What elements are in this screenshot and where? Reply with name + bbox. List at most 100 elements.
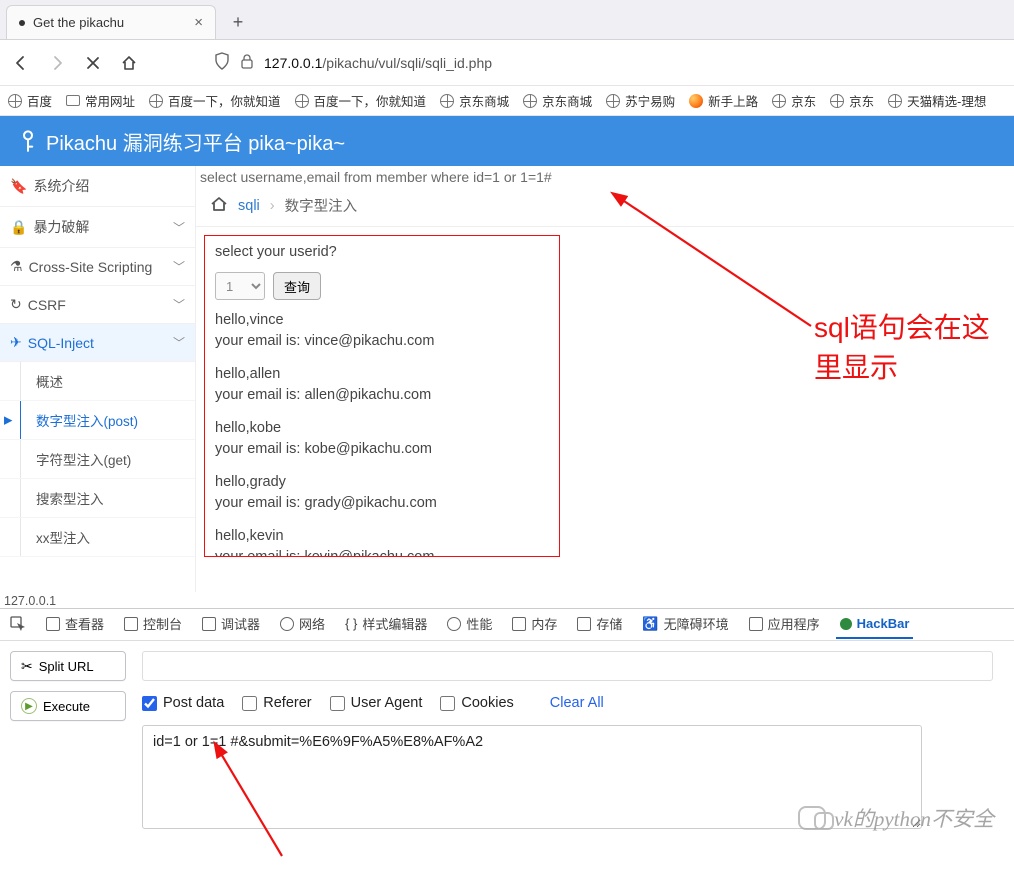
chevron-right-icon: › bbox=[270, 198, 275, 214]
devtools-tab-memory[interactable]: 内存 bbox=[508, 608, 561, 641]
sidebar-item-sqlinject[interactable]: ✈ SQL-Inject ﹀ bbox=[0, 324, 195, 362]
sidebar-sub-overview[interactable]: 概述 bbox=[0, 362, 195, 401]
sidebar-sub-search[interactable]: 搜索型注入 bbox=[0, 479, 195, 518]
chevron-down-icon: ﹀ bbox=[173, 334, 185, 351]
devtools-tab-storage[interactable]: 存储 bbox=[573, 608, 626, 641]
devtools-tab-console[interactable]: 控制台 bbox=[120, 608, 186, 641]
accessibility-icon: ♿ bbox=[642, 616, 658, 632]
globe-icon bbox=[772, 94, 786, 108]
bookmark-item[interactable]: 苏宁易购 bbox=[606, 91, 675, 110]
bookmark-item[interactable]: 百度一下，你就知道 bbox=[149, 91, 281, 110]
globe-icon bbox=[149, 94, 163, 108]
home-icon[interactable] bbox=[210, 196, 228, 216]
result-record: hello,allenyour email is: allen@pikachu.… bbox=[215, 364, 549, 406]
devtools-tab-inspector[interactable]: 查看器 bbox=[42, 608, 108, 641]
globe-icon bbox=[830, 94, 844, 108]
devtools-tab-network[interactable]: 网络 bbox=[276, 608, 329, 641]
close-icon[interactable]: × bbox=[194, 14, 203, 31]
result-record: hello,kevinyour email is: kevin@pikachu.… bbox=[215, 526, 549, 557]
back-button[interactable] bbox=[10, 52, 32, 74]
globe-icon bbox=[523, 94, 537, 108]
sidebar-item-xss[interactable]: ⚗ Cross-Site Scripting ﹀ bbox=[0, 248, 195, 286]
devtools-tab-hackbar[interactable]: HackBar bbox=[836, 610, 914, 639]
devtools-picker-icon[interactable] bbox=[6, 610, 30, 640]
devtools: 查看器 控制台 调试器 网络 { }样式编辑器 性能 内存 存储 ♿无障碍环境 … bbox=[0, 608, 1014, 832]
tab-indicator-dot bbox=[19, 20, 25, 26]
sidebar-sub-num-post[interactable]: ▶数字型注入(post) bbox=[0, 401, 195, 440]
bookmark-item[interactable]: 京东 bbox=[772, 91, 816, 110]
home-button[interactable] bbox=[118, 52, 140, 74]
breadcrumb-link[interactable]: sqli bbox=[238, 198, 260, 214]
network-icon bbox=[280, 617, 294, 631]
browser-tab[interactable]: Get the pikachu × bbox=[6, 5, 216, 39]
bookmarks-bar: 百度 常用网址 百度一下，你就知道 百度一下，你就知道 京东商城 京东商城 苏宁… bbox=[0, 86, 1014, 116]
devtools-tabs: 查看器 控制台 调试器 网络 { }样式编辑器 性能 内存 存储 ♿无障碍环境 … bbox=[0, 609, 1014, 641]
devtools-tab-app[interactable]: 应用程序 bbox=[745, 608, 824, 641]
bookmark-item[interactable]: 百度 bbox=[8, 91, 52, 110]
bookmark-item[interactable]: 京东商城 bbox=[523, 91, 592, 110]
sidebar-item-brute[interactable]: 🔒 暴力破解 ﹀ bbox=[0, 207, 195, 248]
sidebar-item-csrf[interactable]: ↻ CSRF ﹀ bbox=[0, 286, 195, 324]
referer-checkbox[interactable]: Referer bbox=[242, 695, 311, 711]
console-icon bbox=[124, 617, 138, 631]
post-data-checkbox[interactable]: Post data bbox=[142, 695, 224, 711]
site-title: Pikachu 漏洞练习平台 pika~pika~ bbox=[46, 127, 345, 156]
url-text: 127.0.0.1/pikachu/vul/sqli/sqli_id.php bbox=[264, 55, 492, 71]
firefox-icon bbox=[689, 94, 703, 108]
devtools-tab-debugger[interactable]: 调试器 bbox=[198, 608, 264, 641]
hackbar-icon bbox=[840, 618, 852, 630]
box-icon bbox=[46, 617, 60, 631]
sidebar-sub-str-get[interactable]: 字符型注入(get) bbox=[0, 440, 195, 479]
bookmark-item[interactable]: 京东 bbox=[830, 91, 874, 110]
bookmark-item[interactable]: 天猫精选-理想 bbox=[888, 91, 986, 110]
wechat-icon bbox=[798, 806, 826, 830]
lock-icon bbox=[240, 53, 254, 72]
bookmark-item[interactable]: 常用网址 bbox=[66, 91, 135, 110]
globe-icon bbox=[606, 94, 620, 108]
sidebar: 🔖 系统介绍 🔒 暴力破解 ﹀ ⚗ Cross-Site Scripting ﹀… bbox=[0, 166, 196, 592]
query-button[interactable]: 查询 bbox=[273, 272, 321, 300]
userid-select[interactable]: 1 bbox=[215, 272, 265, 300]
braces-icon: { } bbox=[345, 616, 357, 631]
clear-all-link[interactable]: Clear All bbox=[550, 695, 604, 711]
bookmark-item[interactable]: 新手上路 bbox=[689, 91, 758, 110]
execute-button[interactable]: ▶Execute bbox=[10, 691, 126, 721]
tag-icon: 🔖 bbox=[10, 178, 27, 195]
annotation-text: sql语句会在这里显示 bbox=[814, 306, 1014, 386]
devtools-tab-a11y[interactable]: ♿无障碍环境 bbox=[638, 608, 732, 641]
globe-icon bbox=[440, 94, 454, 108]
browser-navbar: 127.0.0.1/pikachu/vul/sqli/sqli_id.php bbox=[0, 40, 1014, 86]
tab-title: Get the pikachu bbox=[33, 15, 124, 30]
hackbar-sidebar: ✂Split URL ▶Execute bbox=[0, 641, 136, 832]
site-header: Pikachu 漏洞练习平台 pika~pika~ bbox=[0, 116, 1014, 166]
memory-icon bbox=[512, 617, 526, 631]
bookmark-item[interactable]: 百度一下，你就知道 bbox=[295, 91, 427, 110]
result-record: hello,kobeyour email is: kobe@pikachu.co… bbox=[215, 418, 549, 460]
forward-button[interactable] bbox=[46, 52, 68, 74]
user-agent-checkbox[interactable]: User Agent bbox=[330, 695, 423, 711]
bookmark-item[interactable]: 京东商城 bbox=[440, 91, 509, 110]
content-pane: select username,email from member where … bbox=[196, 166, 1014, 592]
sidebar-sub-xx[interactable]: xx型注入 bbox=[0, 518, 195, 557]
cookies-checkbox[interactable]: Cookies bbox=[440, 695, 513, 711]
new-tab-button[interactable]: + bbox=[224, 8, 252, 36]
devtools-tab-style[interactable]: { }样式编辑器 bbox=[341, 608, 431, 641]
arrow-right-icon: ▶ bbox=[4, 414, 12, 427]
split-url-button[interactable]: ✂Split URL bbox=[10, 651, 126, 681]
result-box: select your userid? 1 查询 hello,vinceyour… bbox=[204, 235, 560, 557]
stop-button[interactable] bbox=[82, 52, 104, 74]
folder-icon bbox=[66, 95, 80, 106]
debug-icon bbox=[202, 617, 216, 631]
chevron-down-icon: ﹀ bbox=[173, 219, 185, 236]
sql-preview-text: select username,email from member where … bbox=[196, 166, 1014, 187]
key-icon bbox=[14, 127, 42, 155]
chevron-down-icon: ﹀ bbox=[173, 258, 185, 275]
globe-icon bbox=[8, 94, 22, 108]
shield-icon bbox=[214, 52, 230, 73]
breadcrumb-current: 数字型注入 bbox=[285, 195, 358, 216]
breadcrumb: sqli › 数字型注入 bbox=[196, 187, 1014, 227]
hackbar-url-input[interactable] bbox=[142, 651, 993, 681]
url-bar[interactable]: 127.0.0.1/pikachu/vul/sqli/sqli_id.php bbox=[154, 52, 1004, 73]
devtools-tab-perf[interactable]: 性能 bbox=[443, 608, 496, 641]
sidebar-item-intro[interactable]: 🔖 系统介绍 bbox=[0, 166, 195, 207]
